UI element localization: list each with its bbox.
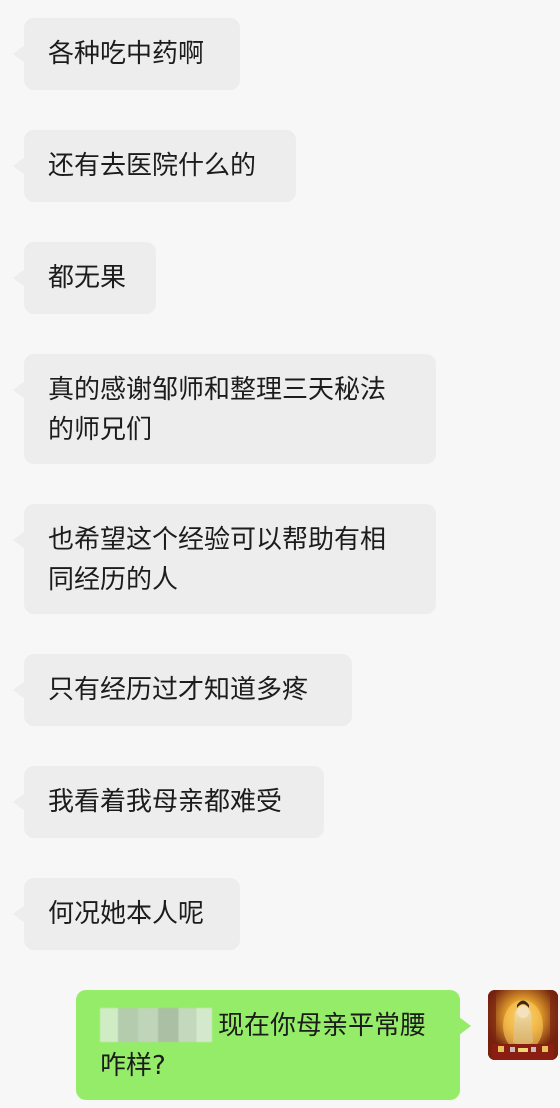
message-text-line: 同经历的人	[48, 565, 179, 595]
message-bubble-received[interactable]: 还有去医院什么的	[24, 130, 296, 202]
message-bubble-received[interactable]: 都无果	[24, 242, 156, 314]
message-text: 何况她本人呢	[48, 899, 205, 929]
message-text-line: 真的感谢邹师和整理三天秘法	[48, 375, 387, 405]
message-bubble-received[interactable]: 何况她本人呢	[24, 878, 240, 950]
message-bubble-sent[interactable]: 现在你母亲平常腰咋样?	[76, 990, 460, 1100]
message-text: 还有去医院什么的	[48, 151, 257, 181]
message-text: 各种吃中药啊	[48, 39, 205, 69]
mention-blur	[100, 1007, 212, 1042]
message-text-line: 也希望这个经验可以帮助有相	[48, 525, 387, 555]
message-bubble-received[interactable]: 我看着我母亲都难受	[24, 766, 324, 838]
message-bubble-received[interactable]: 真的感谢邹师和整理三天秘法 的师兄们	[24, 354, 436, 464]
message-bubble-received[interactable]: 各种吃中药啊	[24, 18, 240, 90]
message-text-line: 的师兄们	[48, 415, 153, 445]
message-bubble-received[interactable]: 也希望这个经验可以帮助有相 同经历的人	[24, 504, 436, 614]
message-text: 只有经历过才知道多疼	[48, 675, 309, 705]
avatar[interactable]	[488, 990, 558, 1060]
buddhist-statue-icon	[488, 990, 558, 1060]
message-text: 我看着我母亲都难受	[48, 787, 283, 817]
message-text: 都无果	[48, 263, 127, 293]
message-bubble-received[interactable]: 只有经历过才知道多疼	[24, 654, 352, 726]
bubble-tail	[459, 1017, 471, 1035]
